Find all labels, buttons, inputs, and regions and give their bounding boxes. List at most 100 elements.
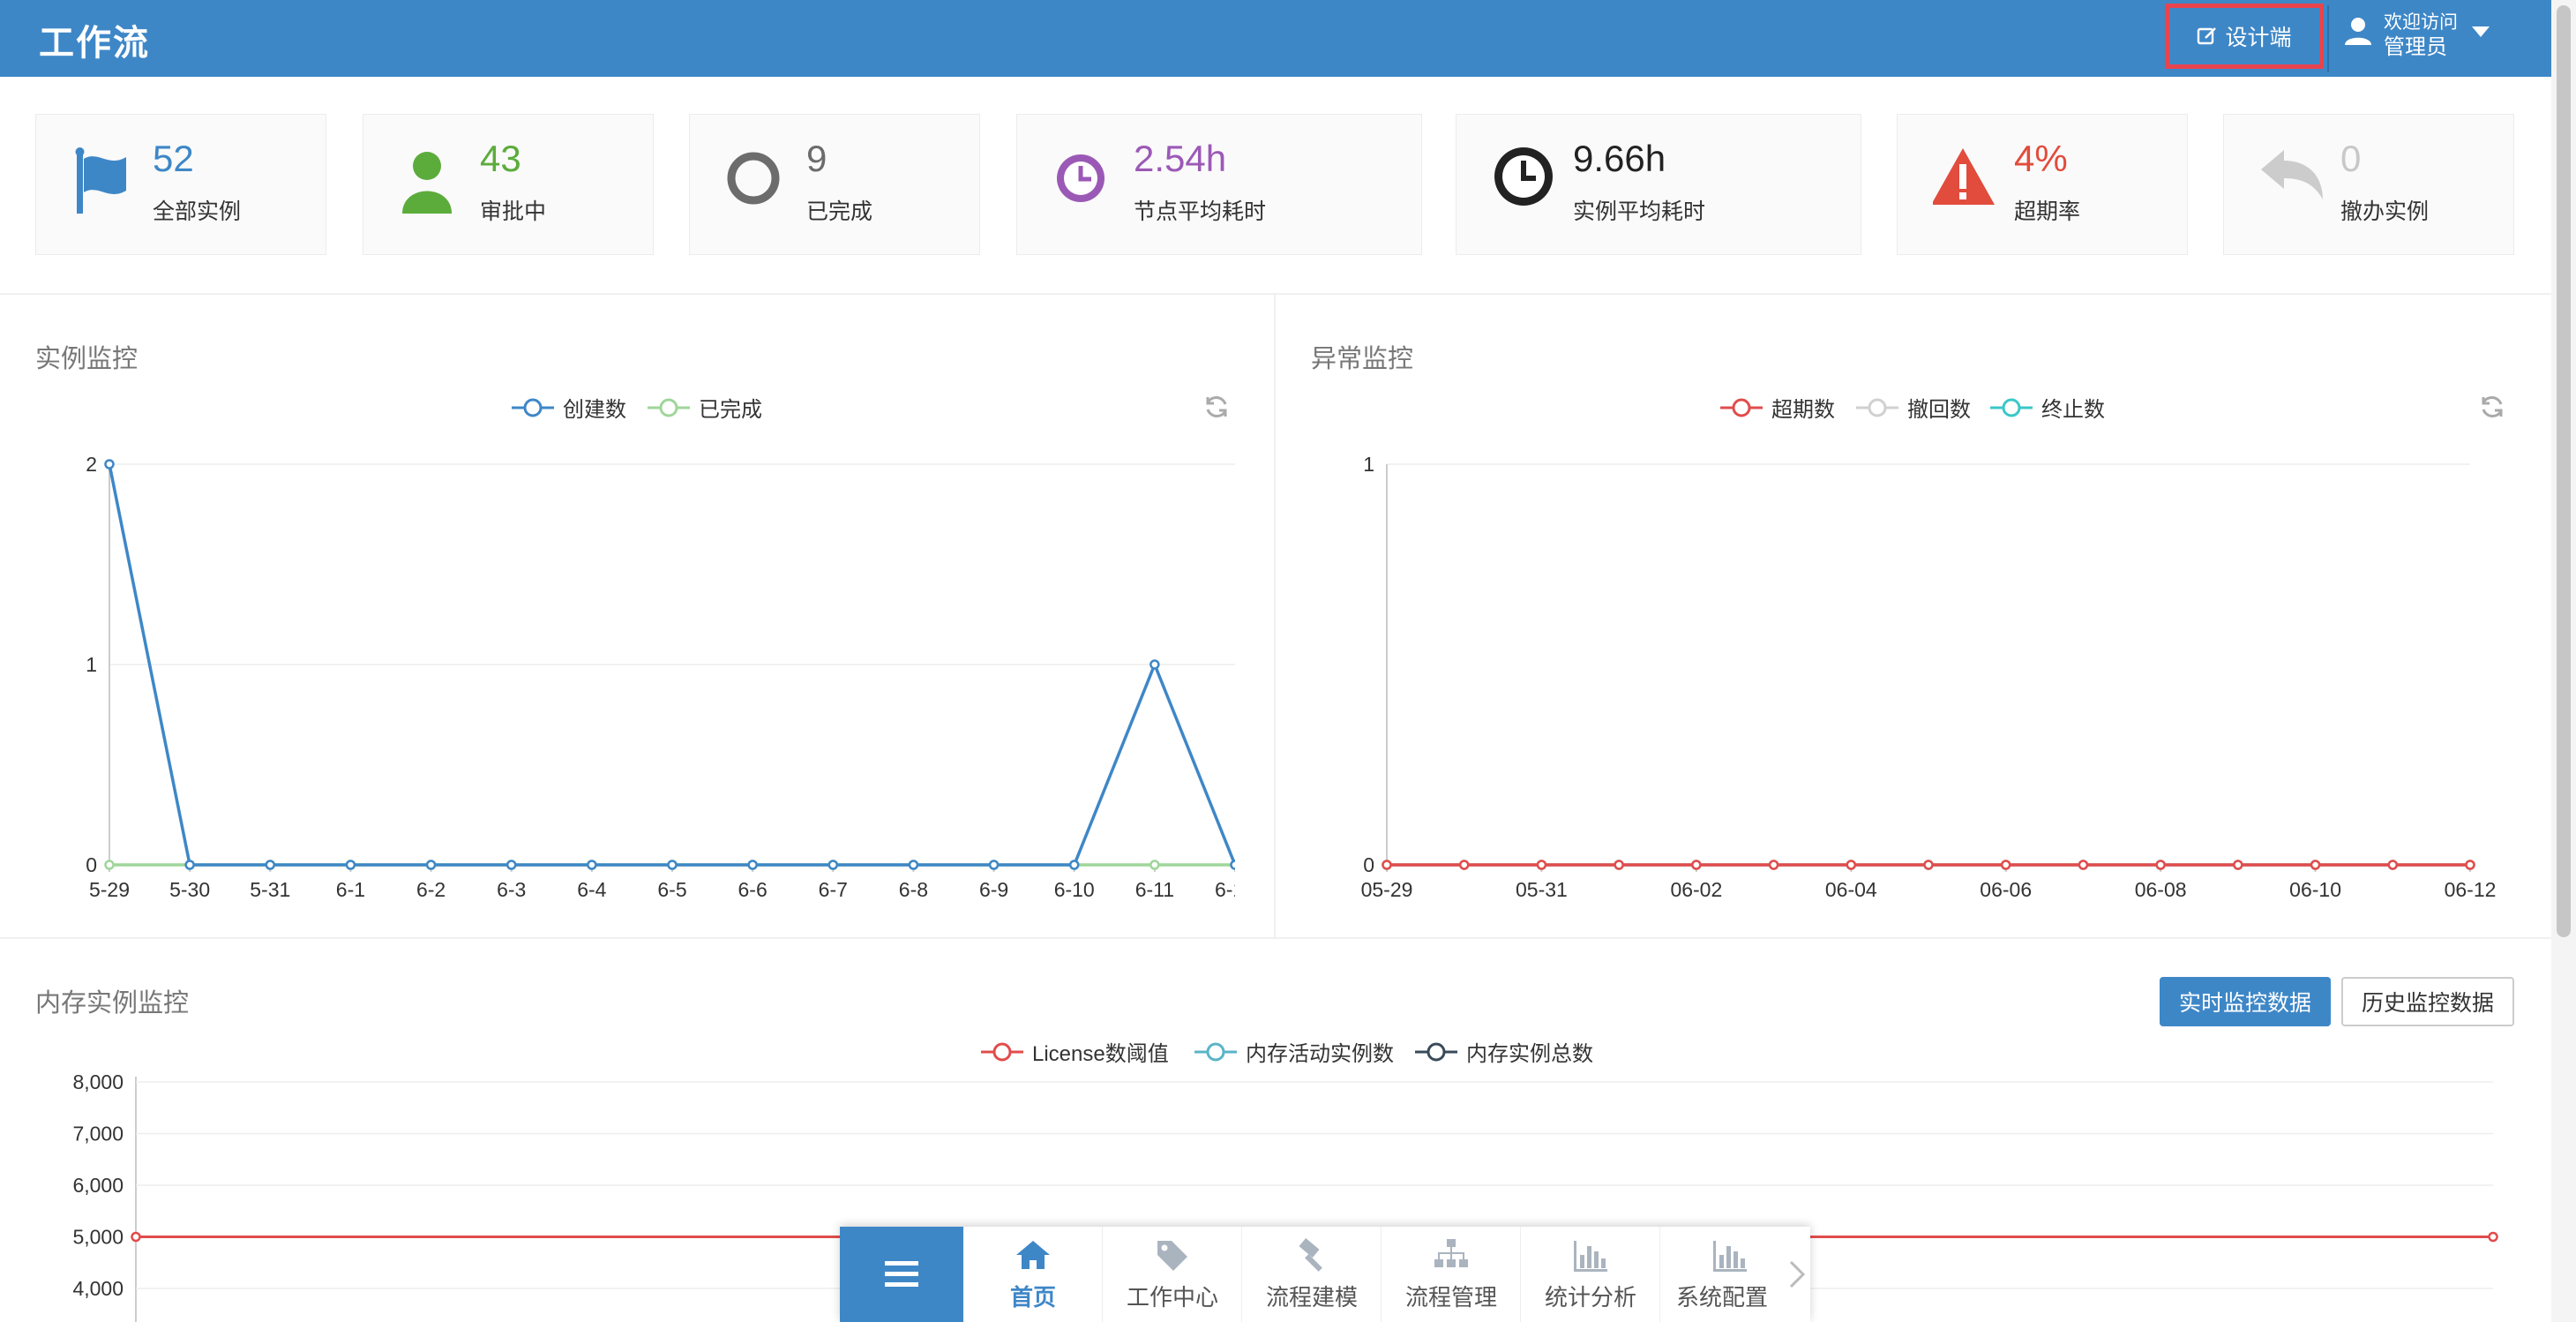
memory-monitor-title: 内存实例监控 — [35, 989, 190, 1018]
data-point — [1149, 860, 1160, 870]
stat-card-instance-avg-time[interactable]: 9.66h 实例平均耗时 — [1456, 114, 1861, 255]
stat-card-in-approval[interactable]: 43 审批中 — [363, 114, 654, 255]
data-point — [667, 860, 678, 870]
y-tick-label: 1 — [86, 653, 97, 676]
realtime-data-button[interactable]: 实时监控数据 — [2160, 977, 2331, 1026]
history-data-button[interactable]: 历史监控数据 — [2341, 977, 2514, 1026]
dock-item-process-management[interactable]: 流程管理 — [1382, 1227, 1521, 1322]
x-tick-label: 6-5 — [657, 878, 686, 901]
x-tick-label: 06-04 — [1825, 878, 1877, 901]
dock-item-work-center[interactable]: 工作中心 — [1103, 1227, 1242, 1322]
stat-card-revoked-instances[interactable]: 0 撤办实例 — [2223, 114, 2514, 255]
edit-icon — [2198, 27, 2217, 45]
x-tick-label: 5-31 — [250, 878, 290, 901]
y-tick-label: 0 — [86, 853, 97, 876]
legend-overdue[interactable]: 超期数 — [1720, 392, 1835, 423]
hammer-icon — [1299, 1237, 1322, 1272]
stat-card-all-instances[interactable]: 52 全部实例 — [35, 114, 326, 255]
legend-created[interactable]: 创建数 — [512, 392, 626, 423]
data-point — [1382, 860, 1392, 870]
x-tick-label: 05-31 — [1516, 878, 1568, 901]
stat-value: 4% — [2014, 138, 2068, 179]
x-tick-label: 6-8 — [899, 878, 928, 901]
data-point — [2000, 860, 2011, 870]
data-point — [1691, 860, 1702, 870]
stat-card-overdue-rate[interactable]: 4% 超期率 — [1897, 114, 2188, 255]
clock-icon — [1057, 154, 1105, 202]
legend-terminated[interactable]: 终止数 — [1990, 392, 2105, 423]
data-point — [345, 860, 356, 870]
hamburger-icon — [885, 1261, 918, 1287]
page-scrollbar-thumb[interactable] — [2557, 5, 2571, 937]
dock-item-home[interactable]: 首页 — [963, 1227, 1103, 1322]
user-menu[interactable]: 欢迎访问 管理员 — [2343, 9, 2493, 67]
bar-chart-icon — [1713, 1241, 1747, 1272]
legend-line-marker — [648, 398, 690, 417]
circle-icon — [727, 152, 780, 205]
x-tick-label: 5-29 — [89, 878, 130, 901]
y-tick-label: 7,000 — [72, 1123, 124, 1145]
data-point — [2233, 860, 2243, 870]
data-point — [1923, 860, 1934, 870]
x-tick-label: 06-12 — [2445, 878, 2497, 901]
bar-chart-icon — [1574, 1241, 1607, 1272]
instance-monitor-chart: 0 1 2 5-29 5-30 5-31 6-1 6-2 6-3 6-4 6-5 6-6 6-7 6-8 6… — [86, 453, 1235, 901]
y-tick-label: 1 — [1363, 453, 1374, 476]
x-tick-label: 6-10 — [1054, 878, 1095, 901]
refresh-icon[interactable] — [1203, 394, 1230, 420]
stat-value: 0 — [2340, 138, 2362, 179]
stat-label: 节点平均耗时 — [1134, 199, 1267, 224]
data-point — [2078, 860, 2089, 870]
dock-item-statistics[interactable]: 统计分析 — [1521, 1227, 1660, 1322]
x-tick-label: 6-11 — [1135, 878, 1174, 901]
section-divider — [0, 937, 2551, 939]
stat-value: 52 — [153, 138, 194, 179]
y-tick-label: 6,000 — [72, 1174, 124, 1197]
home-icon — [1016, 1241, 1050, 1269]
x-tick-label: 06-06 — [1980, 878, 2032, 901]
refresh-icon[interactable] — [2479, 394, 2505, 420]
data-point — [1458, 860, 1470, 870]
dock-label: 流程管理 — [1404, 1284, 1497, 1311]
dock-item-process-modeling[interactable]: 流程建模 — [1242, 1227, 1382, 1322]
x-tick-label: 6-12 — [1215, 878, 1235, 901]
chevron-right-icon[interactable] — [1784, 1257, 1810, 1292]
undo-icon — [2261, 150, 2323, 199]
stat-value: 9 — [806, 138, 827, 179]
x-tick-label: 6-9 — [979, 878, 1008, 901]
dock-item-system-config[interactable]: 系统配置 — [1660, 1227, 1784, 1322]
data-point — [425, 860, 437, 870]
x-tick-label: 6-1 — [336, 878, 365, 901]
data-point — [184, 860, 195, 870]
stat-label: 全部实例 — [153, 199, 242, 224]
legend-line-marker — [1990, 398, 2033, 417]
data-point — [1536, 860, 1547, 870]
tag-icon — [1157, 1241, 1187, 1271]
clock-icon — [1494, 147, 1553, 206]
design-mode-button[interactable]: 设计端 — [2165, 4, 2324, 69]
menu-button[interactable] — [840, 1227, 963, 1322]
legend-withdrawn[interactable]: 撤回数 — [1856, 392, 1971, 423]
dock-label: 工作中心 — [1126, 1284, 1218, 1311]
legend-completed[interactable]: 已完成 — [648, 392, 762, 423]
x-tick-label: 06-02 — [1670, 878, 1722, 901]
legend-label: 已完成 — [699, 398, 762, 422]
welcome-text: 欢迎访问 — [2384, 12, 2458, 33]
stat-label: 撤办实例 — [2340, 199, 2430, 224]
data-point — [2488, 1231, 2498, 1243]
header-divider — [2327, 5, 2329, 72]
data-point — [908, 860, 919, 870]
data-point — [2310, 860, 2321, 870]
data-point — [587, 860, 597, 870]
data-point — [265, 860, 276, 870]
stat-card-node-avg-time[interactable]: 2.54h 节点平均耗时 — [1016, 114, 1422, 255]
caret-down-icon[interactable] — [2472, 26, 2490, 37]
panel-divider — [1274, 295, 1276, 937]
x-tick-label: 6-6 — [738, 878, 768, 901]
y-tick-label: 4,000 — [72, 1277, 124, 1300]
data-point — [2387, 860, 2399, 870]
design-mode-label: 设计端 — [2225, 26, 2292, 50]
stat-card-completed[interactable]: 9 已完成 — [689, 114, 980, 255]
legend-label: 创建数 — [563, 398, 626, 422]
flag-icon — [75, 147, 126, 214]
